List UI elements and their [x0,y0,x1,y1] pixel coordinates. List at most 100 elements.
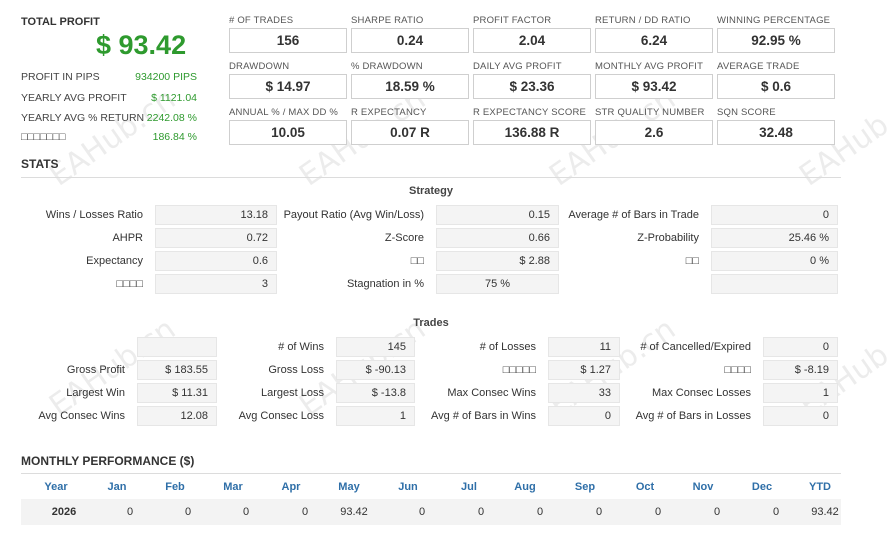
trade-value: $ 1.27 [548,360,620,380]
month-header: Mar [223,481,243,493]
metric-sharpe-ratio: SHARPE RATIO 0.24 [351,15,469,53]
metric-value: 136.88 R [473,120,591,145]
month-cell: 0 [418,506,426,518]
metric-str-quality-number: STR QUALITY NUMBER 2.6 [595,107,713,145]
metric-label: R EXPECTANCY SCORE [473,107,587,118]
month-header: Apr [281,481,301,493]
metric-label: DRAWDOWN [229,61,290,72]
stat-value: $ 2.88 [436,251,559,271]
trade-label: Gross Profit [66,364,125,376]
stat-value: 0.66 [436,228,559,248]
stat-value: 0.6 [155,251,277,271]
metric-return-dd: RETURN / DD RATIO 6.24 [595,15,713,53]
metric-value: $ 23.36 [473,74,591,99]
metric-r-expectancy: R EXPECTANCY 0.07 R [351,107,469,145]
total-profit-value: $ 93.42 [96,30,187,60]
stats-title: STATS [21,157,59,171]
metric-label: PROFIT FACTOR [473,15,552,26]
summary-label: □□□□□□□ [21,131,66,143]
summary-row: YEARLY AVG % RETURN 2242.08 % [21,112,197,124]
metric-value: 10.05 [229,120,347,145]
summary-label: YEARLY AVG PROFIT [21,92,127,104]
month-cell: 93.42 [340,506,368,518]
stat-label: □□ [410,255,424,267]
summary-value: 934200 PIPS [135,71,197,83]
month-header: Aug [514,481,536,493]
month-header: Oct [635,481,655,493]
metric-value: 92.95 % [717,28,835,53]
stat-label: Payout Ratio (Avg Win/Loss) [283,209,424,221]
stat-value: 25.46 % [711,228,838,248]
trade-value: 0 [763,337,838,357]
metric-value: $ 14.97 [229,74,347,99]
trade-label: Max Consec Losses [651,387,751,399]
metric-label: SQN SCORE [717,107,776,118]
stat-value: 0.15 [436,205,559,225]
metric-label: # OF TRADES [229,15,294,26]
metric-annual-max-dd: ANNUAL % / MAX DD % 10.05 [229,107,347,145]
summary-value: 2242.08 % [146,112,197,124]
metric-value: 6.24 [595,28,713,53]
trade-label: Avg Consec Loss [238,410,324,422]
trade-value: 1 [763,383,838,403]
month-header: Jan [107,481,127,493]
month-header: May [338,481,360,493]
metric-label: SHARPE RATIO [351,15,424,26]
total-profit-label: TOTAL PROFIT [21,16,100,28]
trade-label: # of Cancelled/Expired [640,341,751,353]
trade-value: 1 [336,406,415,426]
trade-value: 0 [763,406,838,426]
metric-trades: # OF TRADES 156 [229,15,347,53]
summary-row: PROFIT IN PIPS 934200 PIPS [21,71,197,83]
month-cell: 0 [713,506,721,518]
metric-value: 32.48 [717,120,835,145]
trade-value: 11 [548,337,620,357]
summary-label: YEARLY AVG % RETURN [21,112,145,124]
trade-value-empty [137,337,217,357]
summary-label: PROFIT IN PIPS [21,71,100,83]
trade-value: $ -90.13 [336,360,415,380]
month-header: Nov [692,481,714,493]
month-cell: 0 [536,506,544,518]
month-cell-ytd: 93.42 [811,506,839,518]
month-cell: 0 [654,506,662,518]
metric-label: STR QUALITY NUMBER [595,107,705,118]
month-header: Jun [398,481,418,493]
stat-label: Z-Probability [637,232,699,244]
metric-value: 0.07 R [351,120,469,145]
trade-label: Avg # of Bars in Losses [635,410,751,422]
trade-value: $ -8.19 [763,360,838,380]
metric-r-expectancy-score: R EXPECTANCY SCORE 136.88 R [473,107,591,145]
trade-label: # of Wins [278,341,324,353]
stat-value: 0.72 [155,228,277,248]
metric-label: AVERAGE TRADE [717,61,800,72]
stat-label: Z-Score [384,232,424,244]
metric-value: 156 [229,28,347,53]
divider [21,473,841,474]
metric-label: WINNING PERCENTAGE [717,15,831,26]
metric-drawdown: DRAWDOWN $ 14.97 [229,61,347,99]
trade-value: $ 11.31 [137,383,217,403]
strategy-title: Strategy [408,185,454,197]
stat-value: 0 % [711,251,838,271]
month-cell: 0 [477,506,485,518]
metric-percent-drawdown: % DRAWDOWN 18.59 % [351,61,469,99]
trade-label: Avg Consec Wins [38,410,125,422]
monthly-performance-title: MONTHLY PERFORMANCE ($) [21,454,195,468]
trade-value: $ 183.55 [137,360,217,380]
trade-label: Largest Win [66,387,125,399]
metric-monthly-avg-profit: MONTHLY AVG PROFIT $ 93.42 [595,61,713,99]
metric-daily-avg-profit: DAILY AVG PROFIT $ 23.36 [473,61,591,99]
metric-label: DAILY AVG PROFIT [473,61,562,72]
stat-label: AHPR [112,232,143,244]
metric-label: ANNUAL % / MAX DD % [229,107,339,118]
month-header-ytd: YTD [809,481,831,493]
stat-label: Expectancy [86,255,143,267]
month-cell-year: 2026 [51,506,77,518]
trade-label: Largest Loss [261,387,324,399]
summary-row: □□□□□□□ 186.84 % [21,131,197,143]
trades-title: Trades [413,317,449,329]
stat-label: Wins / Losses Ratio [45,209,143,221]
month-cell: 0 [184,506,192,518]
metric-value: $ 0.6 [717,74,835,99]
